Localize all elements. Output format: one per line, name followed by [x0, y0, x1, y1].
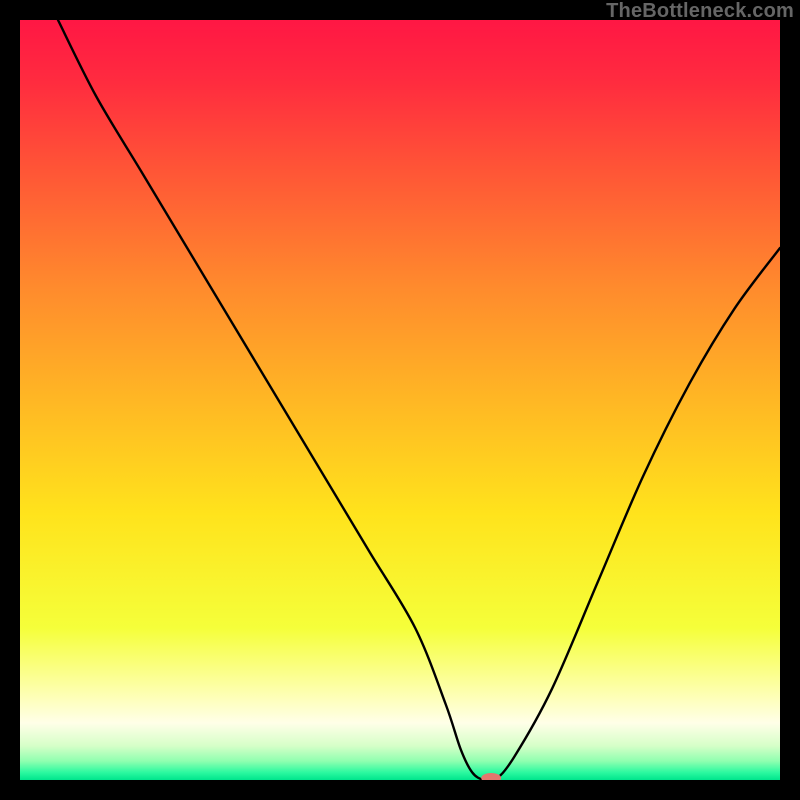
gradient-background	[20, 20, 780, 780]
bottleneck-chart	[20, 20, 780, 780]
chart-frame: TheBottleneck.com	[0, 0, 800, 800]
